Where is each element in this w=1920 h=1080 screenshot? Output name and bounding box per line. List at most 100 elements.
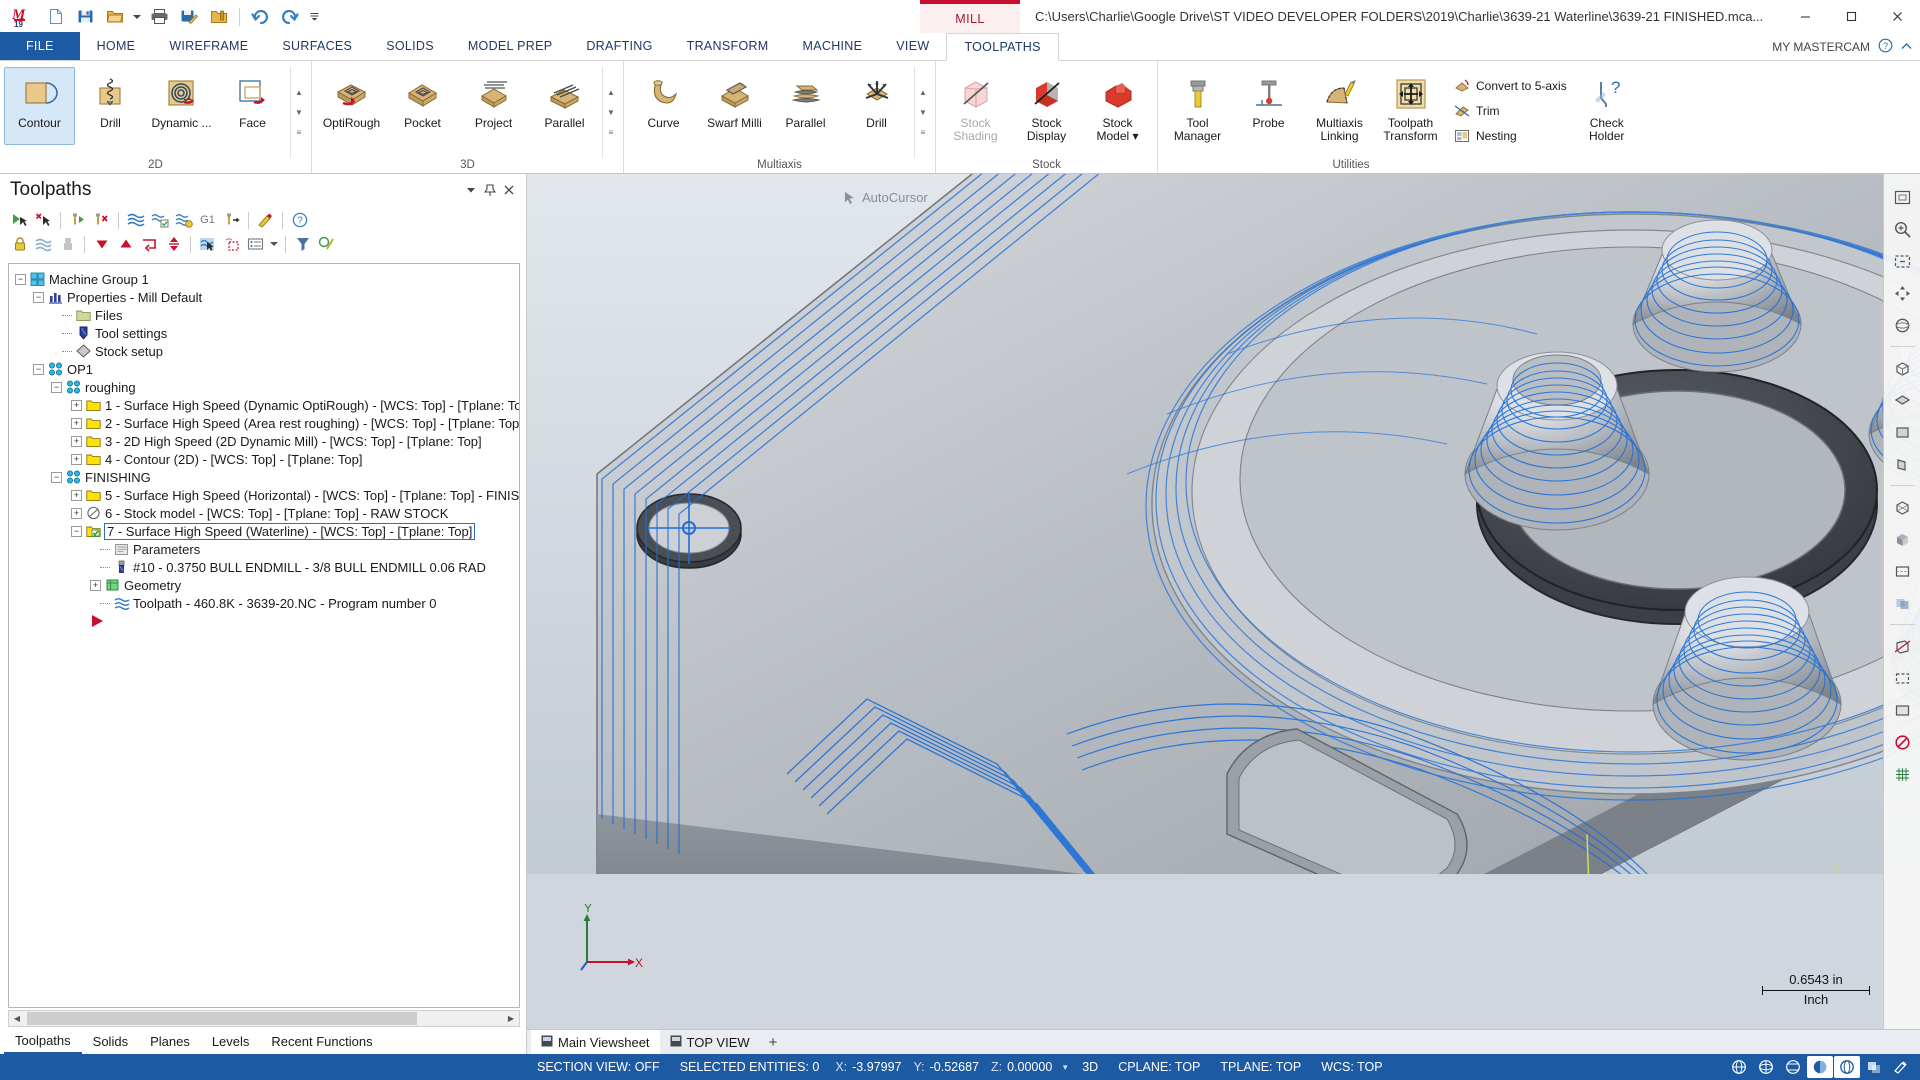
open-dropdown-icon[interactable] — [131, 4, 143, 30]
single-selection-icon[interactable] — [196, 233, 219, 255]
customize-qat-icon[interactable] — [306, 4, 322, 30]
viewsheet-tab-top-view[interactable]: TOP VIEW — [660, 1030, 760, 1055]
ribbon-button-stock-shading[interactable]: Stock Shading — [940, 67, 1011, 145]
ribbon-button-multiaxis-linking[interactable]: Multiaxis Linking — [1304, 67, 1375, 145]
tree-item-operation-6[interactable]: + 6 - Stock model - [WCS: Top] - [Tplane… — [15, 504, 519, 522]
blank-entities-icon[interactable] — [1887, 663, 1918, 693]
ribbon-tab-transform[interactable]: TRANSFORM — [670, 32, 786, 60]
toolpath-group-icon[interactable] — [138, 233, 161, 255]
ribbon-tab-file[interactable]: FILE — [0, 32, 80, 60]
tree-item-parameters[interactable]: Parameters — [15, 540, 519, 558]
ribbon-button-parallel-multiaxis[interactable]: Parallel — [770, 67, 841, 145]
tree-expander-icon[interactable]: + — [71, 435, 82, 447]
tree-item-toolpath-nc[interactable]: Toolpath - 460.8K - 3639-20.NC - Program… — [15, 594, 519, 612]
machine-tab-mill[interactable]: MILL — [920, 0, 1020, 33]
regenerate-dirty-icon[interactable] — [90, 209, 113, 231]
ribbon-tab-home[interactable]: HOME — [80, 32, 153, 60]
ribbon-tab-drafting[interactable]: DRAFTING — [569, 32, 669, 60]
save-as-icon[interactable] — [175, 4, 203, 30]
globe-cplane-icon[interactable] — [1753, 1056, 1779, 1078]
open-folder-icon[interactable] — [101, 4, 129, 30]
ribbon-tab-model-prep[interactable]: MODEL PREP — [451, 32, 570, 60]
graphics-viewport[interactable]: AutoCursor Y X 0.6543 in Inch — [527, 174, 1920, 1029]
gallery-expand-icon[interactable]: ≡ — [604, 124, 619, 141]
move-up-icon[interactable] — [114, 233, 137, 255]
maximize-button[interactable] — [1828, 0, 1874, 33]
tree-expander-icon[interactable]: − — [33, 291, 44, 303]
screen-grid-icon[interactable] — [1887, 759, 1918, 789]
verify-icon[interactable] — [148, 209, 171, 231]
ribbon-button-probe[interactable]: Probe — [1233, 67, 1304, 145]
tree-item-operation-5[interactable]: + 5 - Surface High Speed (Horizontal) - … — [15, 486, 519, 504]
toolpath-edit-icon[interactable] — [254, 209, 277, 231]
add-viewsheet-button[interactable]: + — [760, 1034, 787, 1051]
tree-item-operation-3[interactable]: + 3 - 2D High Speed (2D Dynamic Mill) - … — [15, 432, 519, 450]
gallery-expand-icon[interactable]: ≡ — [916, 124, 931, 141]
translucency-icon[interactable] — [1887, 588, 1918, 618]
tree-expander-icon[interactable]: − — [71, 525, 82, 537]
tplane-status[interactable]: TPLANE: TOP — [1210, 1054, 1311, 1080]
top-view-icon[interactable] — [1887, 385, 1918, 415]
tree-expander-icon[interactable]: − — [15, 273, 26, 285]
toggle-toolpath-display-icon[interactable] — [32, 233, 55, 255]
tree-insert-arrow[interactable] — [15, 612, 519, 630]
high-speed-toolpath-icon[interactable] — [220, 209, 243, 231]
tree-expander-icon[interactable]: + — [71, 507, 82, 519]
tree-expander-icon[interactable]: + — [90, 579, 101, 591]
tree-expander-icon[interactable]: + — [71, 453, 82, 465]
panel-pin-icon[interactable] — [480, 181, 499, 200]
tree-expander-icon[interactable]: + — [71, 399, 82, 411]
ribbon-button-toolpath-transform[interactable]: Toolpath Transform — [1375, 67, 1446, 145]
ribbon-button-convert-5axis[interactable]: Convert to 5-axis — [1449, 74, 1574, 97]
gallery-expand-icon[interactable]: ≡ — [292, 124, 307, 141]
save-icon[interactable] — [71, 4, 99, 30]
ribbon-button-tool-manager[interactable]: Tool Manager — [1162, 67, 1233, 145]
lock-selected-icon[interactable] — [8, 233, 31, 255]
tree-item-geometry[interactable]: + Geometry — [15, 576, 519, 594]
zip2go-icon[interactable] — [205, 4, 233, 30]
ribbon-button-check-holder[interactable]: ? Check Holder — [1577, 67, 1637, 145]
tree-item-finishing-group[interactable]: − FINISHING — [15, 468, 519, 486]
deselect-all-operations-icon[interactable] — [32, 209, 55, 231]
list-options-icon[interactable] — [244, 233, 267, 255]
minimize-button[interactable] — [1782, 0, 1828, 33]
gallery-scroll-down-icon[interactable]: ▼ — [292, 104, 307, 121]
my-mastercam-label[interactable]: MY MASTERCAM — [1772, 40, 1870, 54]
redo-icon[interactable] — [276, 4, 304, 30]
tree-item-operation-7-selected[interactable]: − 7 - Surface High Speed (Waterline) - [… — [15, 522, 519, 540]
wcs-status[interactable]: WCS: TOP — [1311, 1054, 1392, 1080]
ribbon-button-trim[interactable]: Trim — [1449, 99, 1574, 122]
no-entry-icon[interactable] — [1887, 727, 1918, 757]
gallery-scroll-up-icon[interactable]: ▲ — [916, 84, 931, 101]
zoom-in-icon[interactable] — [1887, 214, 1918, 244]
wireframe-toggle-icon[interactable] — [1834, 1056, 1860, 1078]
tab-planes[interactable]: Planes — [139, 1028, 201, 1054]
tab-levels[interactable]: Levels — [201, 1028, 261, 1054]
zoom-window-icon[interactable] — [1887, 246, 1918, 276]
tree-expander-icon[interactable]: − — [33, 363, 44, 375]
hidden-lines-icon[interactable] — [1887, 556, 1918, 586]
backplot-icon[interactable] — [124, 209, 147, 231]
tree-item-machine-group[interactable]: − Machine Group 1 — [15, 270, 519, 288]
front-view-icon[interactable] — [1887, 417, 1918, 447]
ribbon-tab-view[interactable]: VIEW — [879, 32, 946, 60]
tree-item-op1[interactable]: − OP1 — [15, 360, 519, 378]
quick-mask-icon[interactable] — [1888, 1056, 1914, 1078]
wireframe-shading-icon[interactable] — [1887, 492, 1918, 522]
selected-entities-status[interactable]: SELECTED ENTITIES: 0 — [670, 1054, 830, 1080]
section-view-status[interactable]: SECTION VIEW: OFF — [527, 1054, 670, 1080]
gallery-scroll-down-icon[interactable]: ▼ — [916, 104, 931, 121]
simulate-icon[interactable] — [172, 209, 195, 231]
gallery-scroll-up-icon[interactable]: ▲ — [292, 84, 307, 101]
ribbon-button-face[interactable]: Face — [217, 67, 288, 145]
print-icon[interactable] — [145, 4, 173, 30]
panel-dropdown-icon[interactable] — [461, 181, 480, 200]
ribbon-button-parallel-3d[interactable]: Parallel — [529, 67, 600, 145]
close-button[interactable] — [1874, 0, 1920, 33]
toolpaths-horizontal-scrollbar[interactable]: ◀ ▶ — [8, 1010, 520, 1027]
tree-item-stock-setup[interactable]: Stock setup — [15, 342, 519, 360]
globe-wcs-icon[interactable] — [1726, 1056, 1752, 1078]
pan-icon[interactable] — [1887, 278, 1918, 308]
viewsheet-tab-main[interactable]: Main Viewsheet — [531, 1029, 660, 1055]
tree-item-files[interactable]: Files — [15, 306, 519, 324]
